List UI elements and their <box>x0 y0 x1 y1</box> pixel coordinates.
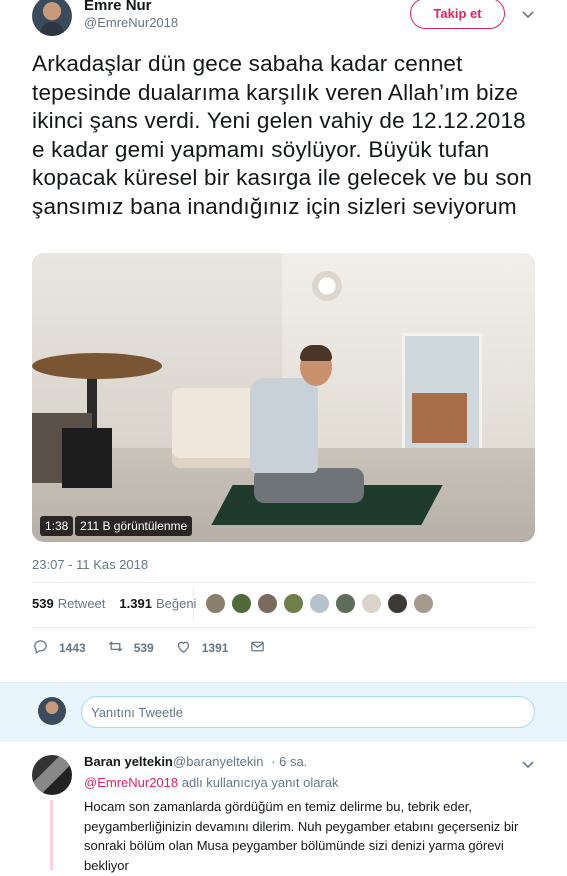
video-frame-person-legs <box>254 468 364 503</box>
retweet-icon <box>107 638 124 658</box>
avatar[interactable] <box>413 593 434 614</box>
tweet-video[interactable] <box>32 253 535 542</box>
tweet-timestamp[interactable]: 23:07 - 11 Kas 2018 <box>32 557 148 572</box>
like-count[interactable]: 1.391 <box>119 596 152 611</box>
video-frame-table <box>32 353 162 379</box>
reply-button[interactable]: 1443 <box>32 638 86 658</box>
author-name[interactable]: Emre Nur <box>84 0 152 14</box>
avatar[interactable] <box>387 593 408 614</box>
video-frame-lamp <box>312 271 342 301</box>
like-button[interactable]: 1391 <box>175 638 229 658</box>
author-handle[interactable]: @EmreNur2018 <box>84 15 178 30</box>
reply-to-user-link[interactable]: @EmreNur2018 <box>84 775 178 790</box>
reply-author-handle[interactable]: @baranyeltekin <box>173 754 264 769</box>
reply-input[interactable]: Yanıtını Tweetle <box>81 696 535 728</box>
tweet-actions: 1443 539 1391 <box>32 638 266 658</box>
tweet-text: Arkadaşlar dün gece sabaha kadar cennet … <box>32 51 533 219</box>
reply-author-name[interactable]: Baran yeltekin <box>84 754 173 769</box>
dm-button[interactable] <box>249 638 266 658</box>
avatar[interactable] <box>205 593 226 614</box>
retweet-count: 539 <box>133 641 154 655</box>
avatar[interactable] <box>335 593 356 614</box>
avatar[interactable] <box>231 593 252 614</box>
avatar[interactable] <box>361 593 382 614</box>
avatar[interactable] <box>38 697 66 725</box>
reply-context: @EmreNur2018 adlı kullanıcıya yanıt olar… <box>84 775 339 790</box>
thread-line <box>50 800 53 870</box>
follow-button[interactable]: Takip et <box>410 0 505 29</box>
video-duration: 1:38 <box>40 516 74 536</box>
reply-author-avatar[interactable] <box>32 755 72 795</box>
heart-icon <box>175 638 192 658</box>
video-frame-speaker <box>62 428 112 488</box>
video-frame-cabinet <box>412 393 467 443</box>
retweet-count[interactable]: 539 <box>32 596 54 611</box>
tweet-header: Emre Nur @EmreNur2018 Takip et <box>0 0 567 44</box>
chevron-down-icon[interactable] <box>522 756 534 774</box>
avatar[interactable] <box>309 593 330 614</box>
reply-context-text: adlı kullanıcıya yanıt olarak <box>178 775 339 790</box>
retweet-button[interactable]: 539 <box>107 638 154 658</box>
avatar[interactable] <box>283 593 304 614</box>
video-frame-person <box>250 378 318 473</box>
liker-avatars <box>205 593 439 614</box>
like-label[interactable]: Beğeni <box>156 596 196 611</box>
reply-text: Hocam son zamanlarda gördüğüm en temiz d… <box>84 799 519 873</box>
reply-author-meta: @baranyeltekin · 6 sa. <box>173 754 307 769</box>
tweet-stats: 539 Retweet 1.391 Beğeni <box>32 596 196 611</box>
like-count: 1391 <box>201 641 229 655</box>
video-frame-person-hair <box>300 345 332 361</box>
reply-icon <box>32 638 49 658</box>
video-views: 211 B görüntülenme <box>75 516 193 536</box>
author-avatar[interactable] <box>32 0 72 36</box>
retweet-label[interactable]: Retweet <box>58 596 106 611</box>
divider <box>193 588 194 620</box>
reply-time[interactable]: · 6 sa. <box>271 754 307 769</box>
divider <box>32 627 535 628</box>
reply-count: 1443 <box>59 641 86 655</box>
divider <box>32 582 535 583</box>
envelope-icon <box>249 638 266 658</box>
chevron-down-icon[interactable] <box>520 7 536 23</box>
avatar[interactable] <box>257 593 278 614</box>
